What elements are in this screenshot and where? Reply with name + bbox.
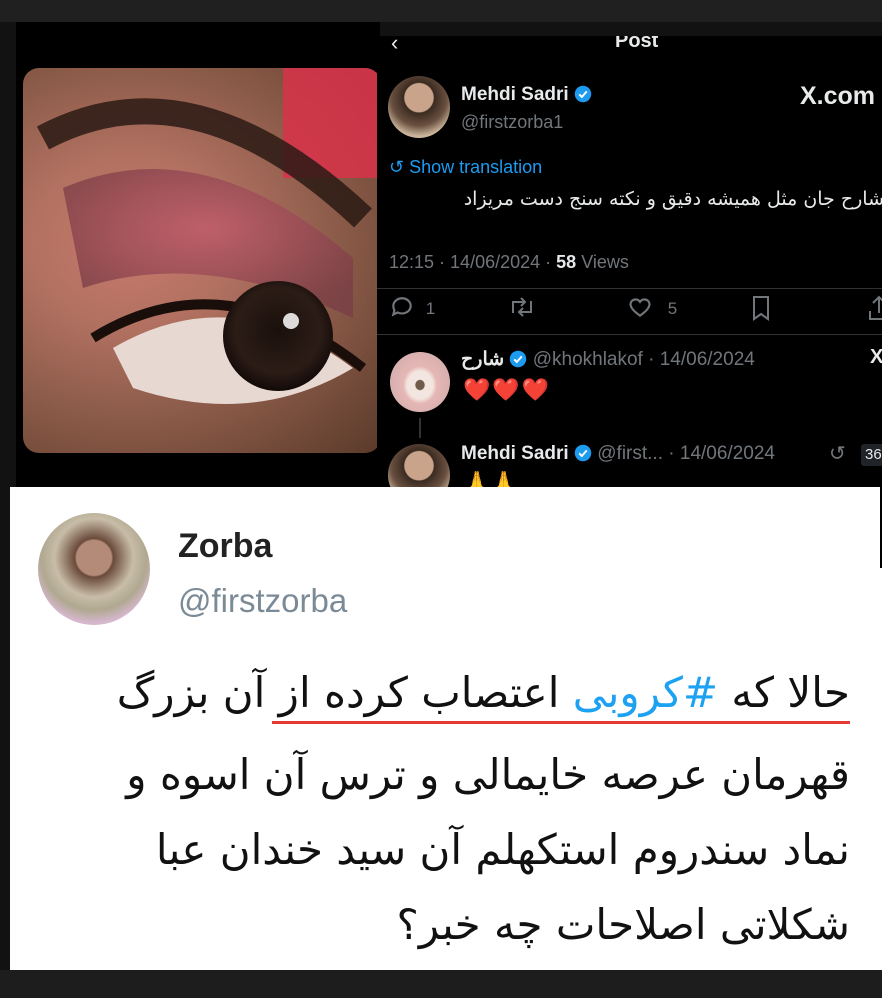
reply-button[interactable]: 1 (389, 294, 435, 320)
more-options-icon[interactable]: ··· (851, 36, 869, 45)
zorba-text-line-1: حالا که #کروبی اعتصاب کرده از آن بزرگ (117, 668, 850, 717)
show-translation-label: Show translation (409, 157, 543, 177)
bookmark-icon (753, 296, 769, 321)
reply-2-author[interactable]: Mehdi Sadri (461, 443, 569, 464)
reply-1-author[interactable]: شارح (461, 349, 504, 370)
views-label: Views (581, 252, 629, 272)
author-name-text: Mehdi Sadri (461, 84, 569, 105)
eye-closeup-photo (23, 68, 381, 453)
author-handle[interactable]: @firstzorba1 (461, 112, 563, 133)
divider (377, 288, 882, 289)
back-arrow-icon[interactable]: ‹ (391, 36, 398, 56)
retweet-icon (512, 297, 532, 317)
translate-icon: ↺ (389, 157, 405, 177)
hashtag-link[interactable]: #کروبی (573, 668, 718, 717)
line1-part-a: حالا که (731, 668, 850, 717)
count-badge: 36 (861, 444, 882, 466)
zorba-text-line-4: شکلاتی اصلاحات چه خبر؟ (396, 900, 850, 949)
share-icon (869, 295, 882, 320)
eye-illustration (36, 68, 381, 404)
zorba-handle[interactable]: @firstzorba (178, 582, 347, 620)
author-name[interactable]: Mehdi Sadri (461, 84, 592, 106)
bottom-border (0, 970, 882, 998)
bookmark-button[interactable] (749, 294, 773, 327)
reply-1-header: شارح @khokhlakof · 14/06/2024 (461, 349, 755, 370)
post-date: 14/06/2024 (450, 252, 541, 272)
reply-1-body: ❤️❤️❤️ (463, 377, 552, 402)
divider (377, 334, 882, 335)
verified-badge-icon (574, 444, 592, 462)
red-underline (272, 721, 850, 724)
verified-badge-icon (574, 85, 592, 103)
translate-icon[interactable]: ↺ (829, 441, 846, 466)
reply-2-date: 14/06/2024 (679, 443, 775, 464)
reply-count: 1 (425, 299, 436, 318)
like-count: 5 (667, 299, 678, 318)
reply-2-handle[interactable]: @first... (597, 443, 663, 464)
line1-part-b: اعتصاب کرده از آن بزرگ (116, 668, 560, 717)
top-border (0, 0, 882, 22)
reply-1-handle[interactable]: @khokhlakof (533, 349, 643, 370)
x-com-logo: X.com (800, 82, 876, 110)
views-count: 58 (556, 252, 577, 272)
zorba-name[interactable]: Zorba (178, 527, 272, 566)
post-meta: 12:15 · 14/06/2024 · 58 Views (389, 252, 629, 272)
heart-icon (629, 298, 651, 317)
retweet-button[interactable] (507, 294, 537, 325)
like-button[interactable]: 5 (627, 294, 677, 320)
zorba-text-line-2: قهرمان عرصه خایمالی و ترس آن اسوه و (126, 750, 850, 799)
reply-2-header: Mehdi Sadri @first... · 14/06/2024 (461, 443, 775, 464)
post-header-title: Post (615, 36, 659, 52)
show-translation-link[interactable]: ↺ Show translation (389, 157, 542, 178)
x-logo-icon: X (870, 346, 882, 368)
post-body: شارح جان مثل همیشه دقیق و نکته سنج دست م… (463, 188, 882, 210)
zorba-avatar[interactable] (38, 513, 150, 625)
post-time: 12:15 (389, 252, 435, 272)
reply-avatar-eye[interactable] (390, 352, 450, 412)
reply-1-date: 14/06/2024 (659, 349, 755, 370)
share-button[interactable] (867, 294, 882, 327)
author-avatar[interactable] (388, 76, 450, 138)
thread-line (419, 418, 421, 438)
verified-badge-icon (510, 350, 527, 368)
zorba-text-line-3: نماد سندروم استکهلم آن سید خندان عبا (155, 825, 850, 874)
reply-icon (391, 297, 412, 317)
